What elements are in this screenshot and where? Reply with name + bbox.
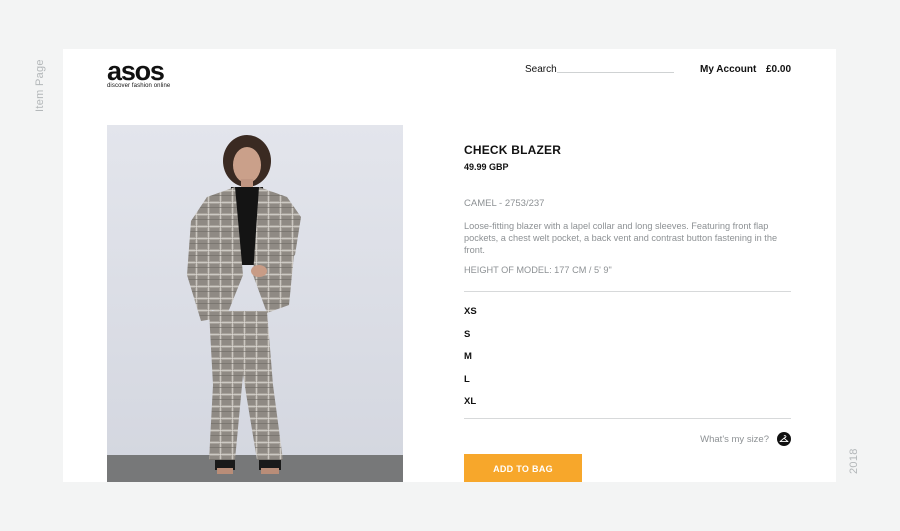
size-list: XS S M L XL [464, 306, 477, 419]
page-section-label: Item Page [34, 59, 46, 112]
logo-wordmark: asos [107, 56, 165, 86]
product-card: asos discover fashion online Search My A… [63, 49, 836, 482]
year-label: 2018 [848, 448, 860, 474]
product-image [107, 125, 403, 482]
size-option-l[interactable]: L [464, 374, 477, 397]
logo-tagline: discover fashion online [107, 83, 171, 89]
product-description: Loose-fitting blazer with a lapel collar… [464, 221, 778, 255]
product-title: CHECK BLAZER [464, 143, 562, 157]
size-option-s[interactable]: S [464, 329, 477, 352]
cart-total[interactable]: £0.00 [766, 64, 791, 75]
size-option-m[interactable]: M [464, 351, 477, 374]
hanger-icon [777, 432, 791, 446]
divider [464, 418, 791, 419]
size-option-xs[interactable]: XS [464, 306, 477, 329]
search-input[interactable] [557, 72, 674, 73]
my-account-link[interactable]: My Account [700, 64, 756, 75]
size-option-xl[interactable]: XL [464, 396, 477, 419]
size-guide-label: What's my size? [700, 433, 769, 445]
model-photo-icon [107, 125, 403, 482]
model-height: HEIGHT OF MODEL: 177 CM / 5' 9" [464, 265, 612, 275]
add-to-bag-button[interactable]: ADD TO BAG [464, 454, 582, 482]
product-color-code: CAMEL - 2753/237 [464, 198, 545, 209]
size-guide-link[interactable]: What's my size? [700, 432, 791, 446]
search-label: Search [525, 64, 557, 75]
product-price: 49.99 GBP [464, 162, 509, 172]
asos-logo[interactable]: asos discover fashion online [107, 56, 179, 90]
divider [464, 291, 791, 292]
